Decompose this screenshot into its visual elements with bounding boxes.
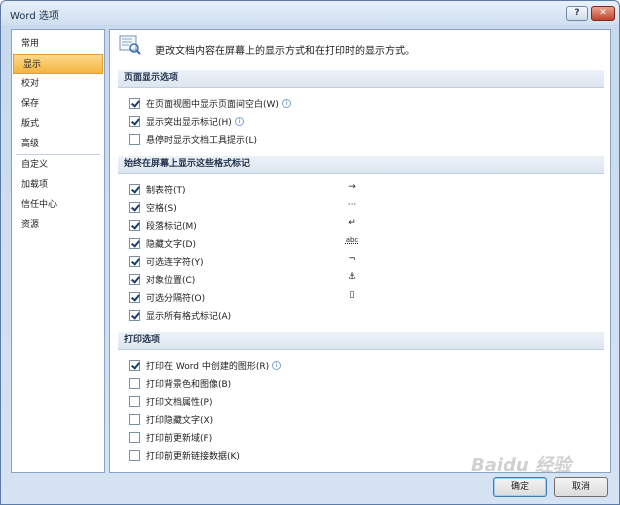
option-label: 在页面视图中显示页面间空白(W)	[146, 99, 279, 110]
option-label: 打印在 Word 中创建的图形(R)	[146, 361, 270, 372]
checkbox[interactable]	[129, 309, 140, 321]
option-label: 打印隐藏文字(X)	[146, 415, 214, 426]
options-sidebar: 常用 显示 校对 保存 版式 高级 自定义 加载项 信任中心 资源	[11, 29, 105, 473]
checkbox[interactable]	[129, 377, 140, 389]
option-print-properties[interactable]: 打印文档属性(P)	[129, 394, 212, 408]
option-print-hidden-text[interactable]: 打印隐藏文字(X)	[129, 412, 213, 426]
anchor-mark-icon: ⚓	[347, 272, 357, 282]
sidebar-item-layout[interactable]: 版式	[12, 114, 104, 134]
option-label: 隐藏文字(D)	[146, 239, 196, 250]
option-label: 制表符(T)	[146, 185, 186, 196]
option-label: 空格(S)	[146, 203, 177, 214]
option-label: 打印前更新链接数据(K)	[146, 451, 240, 462]
option-show-highlighter[interactable]: 显示突出显示标记(H) i	[129, 114, 244, 128]
option-label: 打印前更新域(F)	[146, 433, 213, 444]
hyphen-mark-icon: ¬	[348, 254, 356, 264]
option-label: 可选分隔符(O)	[146, 293, 206, 304]
sidebar-item-save[interactable]: 保存	[12, 94, 104, 114]
sidebar-item-addins[interactable]: 加载项	[12, 175, 104, 195]
option-print-drawings[interactable]: 打印在 Word 中创建的图形(R) i	[129, 358, 282, 372]
section-print-options-title: 打印选项	[118, 332, 604, 350]
checkbox[interactable]	[129, 133, 140, 145]
optional-break-mark-icon: ▯	[349, 290, 355, 300]
info-icon: i	[272, 360, 282, 370]
option-label: 显示所有格式标记(A)	[146, 311, 232, 322]
option-update-links[interactable]: 打印前更新链接数据(K)	[129, 448, 240, 462]
close-button[interactable]: ✕	[591, 6, 615, 21]
hidden-text-mark-icon: abc	[345, 236, 359, 244]
sidebar-item-proofing[interactable]: 校对	[12, 74, 104, 94]
info-icon: i	[281, 98, 291, 108]
word-options-dialog: Word 选项 ? ✕ 常用 显示 校对 保存 版式 高级 自定义 加载项 信任…	[0, 0, 620, 505]
checkbox[interactable]	[129, 359, 140, 371]
option-label: 对象位置(C)	[146, 275, 196, 286]
checkbox[interactable]	[129, 431, 140, 443]
option-label: 可选连字符(Y)	[146, 257, 204, 268]
paragraph-mark-icon: ↵	[348, 218, 356, 228]
title-bar: Word 选项 ? ✕	[1, 1, 619, 25]
option-label: 打印文档属性(P)	[146, 397, 213, 408]
checkbox[interactable]	[129, 237, 140, 249]
sidebar-item-resources[interactable]: 资源	[12, 215, 104, 235]
option-hidden-text[interactable]: 隐藏文字(D)	[129, 236, 196, 250]
sidebar-item-advanced[interactable]: 高级	[12, 134, 104, 154]
checkbox[interactable]	[129, 413, 140, 425]
checkbox[interactable]	[129, 449, 140, 461]
sidebar-item-trust-center[interactable]: 信任中心	[12, 195, 104, 215]
space-mark-icon: ···	[347, 200, 357, 210]
checkbox[interactable]	[129, 395, 140, 407]
option-show-tooltips[interactable]: 悬停时显示文档工具提示(L)	[129, 132, 257, 146]
checkbox[interactable]	[129, 183, 140, 195]
option-object-anchors[interactable]: 对象位置(C)	[129, 272, 195, 286]
checkbox[interactable]	[129, 273, 140, 285]
option-optional-breaks[interactable]: 可选分隔符(O)	[129, 290, 205, 304]
checkbox[interactable]	[129, 115, 140, 127]
cancel-button[interactable]: 取消	[554, 477, 608, 497]
panel-description: 更改文档内容在屏幕上的显示方式和在打印时的显示方式。	[155, 46, 415, 57]
option-print-background[interactable]: 打印背景色和图像(B)	[129, 376, 231, 390]
option-show-whitespace[interactable]: 在页面视图中显示页面间空白(W) i	[129, 96, 291, 110]
section-formatting-marks-title: 始终在屏幕上显示这些格式标记	[118, 156, 604, 174]
checkbox[interactable]	[129, 255, 140, 267]
option-label: 悬停时显示文档工具提示(L)	[146, 135, 258, 146]
sidebar-item-general[interactable]: 常用	[12, 34, 104, 54]
option-optional-hyphens[interactable]: 可选连字符(Y)	[129, 254, 204, 268]
option-update-fields[interactable]: 打印前更新域(F)	[129, 430, 212, 444]
option-tab-characters[interactable]: 制表符(T)	[129, 182, 186, 196]
sidebar-item-customize[interactable]: 自定义	[12, 155, 104, 175]
panel-header: 更改文档内容在屏幕上的显示方式和在打印时的显示方式。	[110, 30, 610, 64]
tab-mark-icon: →	[348, 182, 356, 192]
help-button[interactable]: ?	[566, 6, 588, 21]
window-title: Word 选项	[10, 11, 59, 22]
info-icon: i	[234, 116, 244, 126]
display-settings-icon	[119, 35, 141, 55]
option-paragraph-marks[interactable]: 段落标记(M)	[129, 218, 197, 232]
options-panel: 更改文档内容在屏幕上的显示方式和在打印时的显示方式。 页面显示选项 在页面视图中…	[109, 29, 611, 473]
ok-button[interactable]: 确定	[493, 477, 547, 497]
option-label: 打印背景色和图像(B)	[146, 379, 232, 390]
checkbox[interactable]	[129, 219, 140, 231]
checkbox[interactable]	[129, 291, 140, 303]
checkbox[interactable]	[129, 97, 140, 109]
checkbox[interactable]	[129, 201, 140, 213]
option-label: 段落标记(M)	[146, 221, 197, 232]
option-spaces[interactable]: 空格(S)	[129, 200, 177, 214]
baidu-watermark: Baidu 经验	[471, 455, 572, 476]
section-page-display-title: 页面显示选项	[118, 70, 604, 88]
sidebar-item-display[interactable]: 显示	[13, 54, 103, 74]
option-label: 显示突出显示标记(H)	[146, 117, 232, 128]
option-show-all-marks[interactable]: 显示所有格式标记(A)	[129, 308, 231, 322]
